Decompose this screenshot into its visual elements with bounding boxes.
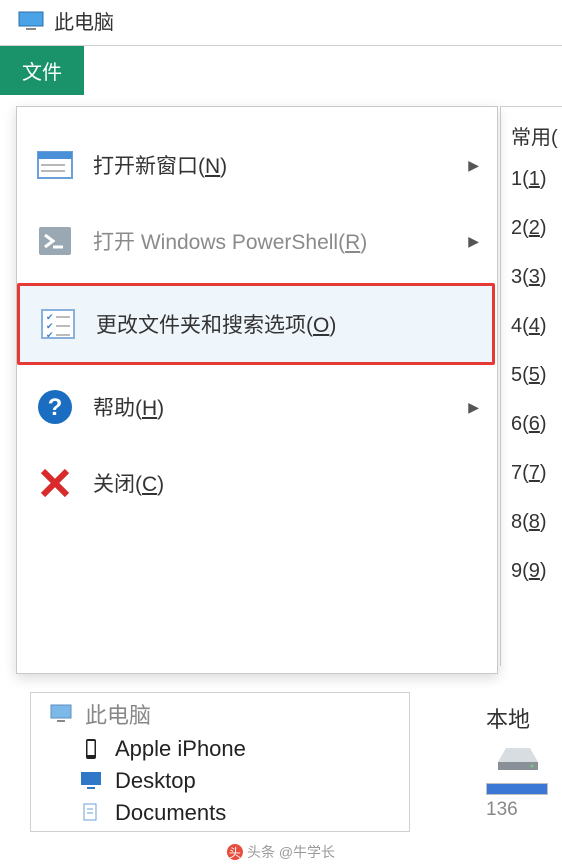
tree-iphone[interactable]: Apple iPhone: [31, 733, 409, 765]
tree-documents[interactable]: Documents: [31, 797, 409, 829]
toutiao-icon: 头: [227, 844, 243, 860]
window-title: 此电脑: [54, 6, 114, 35]
frequent-item[interactable]: 1(1): [511, 168, 562, 191]
attribution: 头 头条 @牛学长: [227, 842, 335, 862]
storage-panel: 本地 136: [482, 702, 562, 821]
help-icon: ?: [35, 387, 75, 427]
file-tab[interactable]: 文件: [0, 46, 84, 95]
help-item[interactable]: ? 帮助(H) ▶: [17, 369, 497, 445]
frequent-item[interactable]: 6(6): [511, 413, 562, 436]
menu-label: 打开新窗口(N): [93, 150, 227, 180]
menu-label: 更改文件夹和搜索选项(O): [96, 309, 336, 339]
phone-icon: [79, 737, 103, 761]
frequent-list: 1(1) 2(2) 3(3) 4(4) 5(5) 6(6) 7(7) 8(8) …: [501, 168, 562, 583]
frequent-item[interactable]: 2(2): [511, 217, 562, 240]
frequent-item[interactable]: 3(3): [511, 266, 562, 289]
submenu-arrow-icon: ▶: [468, 233, 479, 250]
menu-label: 帮助(H): [93, 392, 164, 422]
close-item[interactable]: 关闭(C): [17, 445, 497, 521]
frequent-item[interactable]: 4(4): [511, 315, 562, 338]
this-pc-icon: [18, 11, 44, 31]
submenu-arrow-icon: ▶: [468, 157, 479, 174]
menu-label: 打开 Windows PowerShell(R): [93, 226, 367, 256]
open-powershell-item[interactable]: 打开 Windows PowerShell(R) ▶: [17, 203, 497, 279]
menu-label: 关闭(C): [93, 468, 164, 498]
tree-label: Apple iPhone: [115, 736, 246, 762]
frequent-item[interactable]: 5(5): [511, 364, 562, 387]
storage-title: 本地: [486, 702, 562, 734]
tree-this-pc[interactable]: 此电脑: [31, 695, 409, 733]
nav-tree: 此电脑 Apple iPhone Desktop Documents: [30, 692, 410, 832]
submenu-arrow-icon: ▶: [468, 399, 479, 416]
tree-desktop[interactable]: Desktop: [31, 765, 409, 797]
powershell-icon: [35, 221, 75, 261]
drive-icon: [494, 744, 542, 774]
frequent-header: 常用(: [501, 107, 562, 168]
title-bar: 此电脑: [0, 0, 562, 45]
options-icon: ✔✔✔: [38, 304, 78, 344]
file-menu-dropdown: 打开新窗口(N) ▶ 打开 Windows PowerShell(R) ▶ ✔✔…: [16, 106, 498, 674]
ribbon-bar: 文件: [0, 45, 562, 95]
close-icon: [35, 463, 75, 503]
change-folder-options-item[interactable]: ✔✔✔ 更改文件夹和搜索选项(O): [17, 283, 495, 365]
storage-free: 136: [486, 799, 562, 821]
tree-label: Documents: [115, 800, 226, 826]
tree-label: 此电脑: [85, 698, 151, 730]
frequent-item[interactable]: 7(7): [511, 462, 562, 485]
open-new-window-item[interactable]: 打开新窗口(N) ▶: [17, 127, 497, 203]
frequent-item[interactable]: 9(9): [511, 560, 562, 583]
tree-label: Desktop: [115, 768, 196, 794]
svg-text:✔: ✔: [46, 330, 54, 340]
storage-bar: [486, 783, 548, 795]
documents-icon: [79, 801, 103, 825]
attribution-text: 头条 @牛学长: [247, 842, 335, 862]
frequent-item[interactable]: 8(8): [511, 511, 562, 534]
desktop-icon: [79, 769, 103, 793]
this-pc-icon: [49, 702, 73, 726]
window-icon: [35, 145, 75, 185]
svg-text:?: ?: [48, 394, 63, 421]
frequent-panel: 常用( 1(1) 2(2) 3(3) 4(4) 5(5) 6(6) 7(7) 8…: [500, 106, 562, 666]
